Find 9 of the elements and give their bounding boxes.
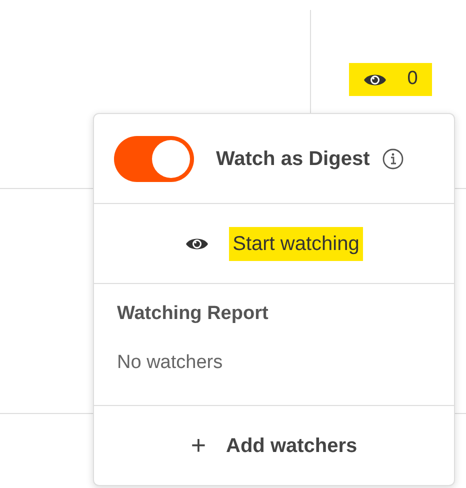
report-title: Watching Report xyxy=(117,302,270,326)
info-icon[interactable] xyxy=(382,148,404,170)
watch-badge[interactable]: 0 xyxy=(349,63,432,96)
add-watchers-button[interactable]: + Add watchers xyxy=(94,406,454,485)
digest-label: Watch as Digest xyxy=(216,146,370,172)
digest-toggle[interactable] xyxy=(114,136,194,182)
watcher-count: 0 xyxy=(407,67,418,92)
start-watching-button[interactable]: Start watching xyxy=(228,226,364,260)
empty-text: No watchers xyxy=(117,350,224,374)
